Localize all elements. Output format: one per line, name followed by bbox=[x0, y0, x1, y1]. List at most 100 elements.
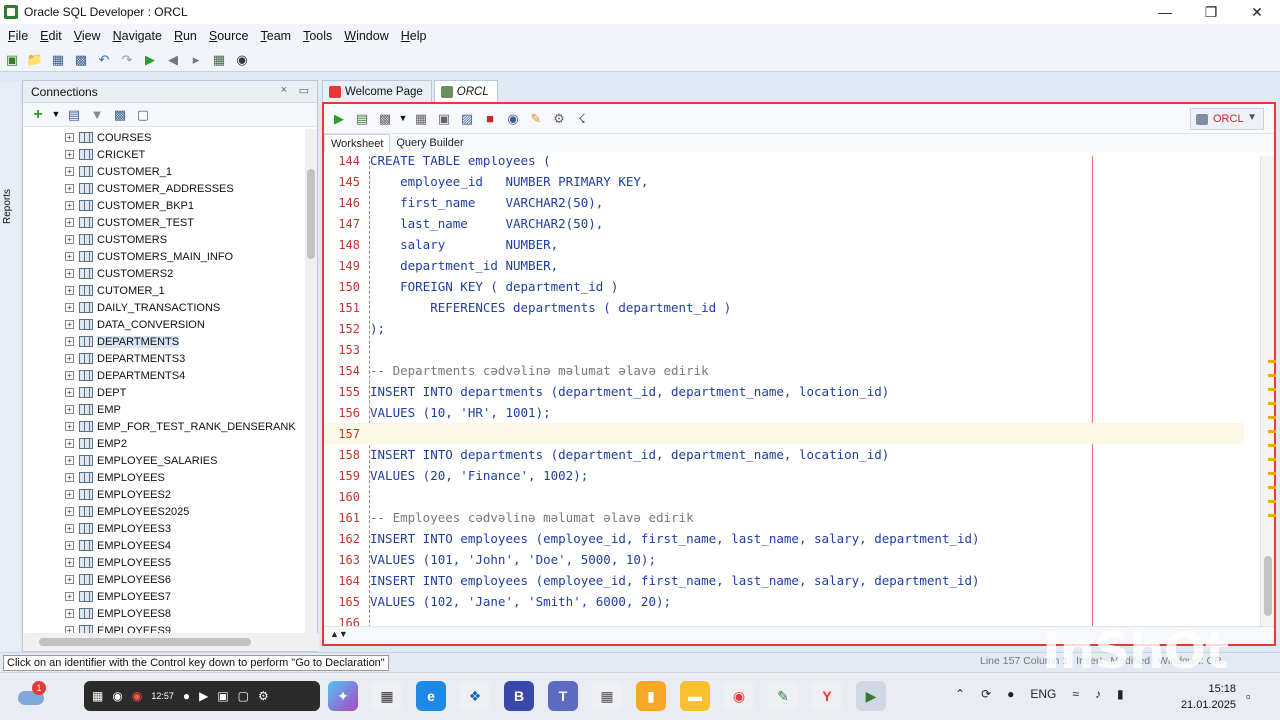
expand-icon[interactable]: + bbox=[65, 218, 74, 227]
camera-icon[interactable]: ◉ bbox=[112, 689, 122, 703]
folder-icon[interactable]: ▬ bbox=[680, 681, 710, 711]
expand-icon[interactable]: + bbox=[65, 320, 74, 329]
paint-icon[interactable]: ✎ bbox=[768, 681, 798, 711]
window-icon[interactable]: ▢ bbox=[238, 689, 249, 703]
scroll-arrows-icon[interactable]: ▲▼ bbox=[330, 629, 348, 639]
tree-item[interactable]: + EMPLOYEES bbox=[23, 469, 307, 486]
new-icon[interactable]: ▣ bbox=[3, 51, 21, 69]
close-panel-icon[interactable]: × bbox=[281, 84, 287, 96]
app-grid-icon[interactable]: ▦ bbox=[592, 681, 622, 711]
expand-icon[interactable]: + bbox=[65, 626, 74, 633]
expand-icon[interactable]: + bbox=[65, 405, 74, 414]
expand-icon[interactable]: + bbox=[65, 201, 74, 210]
record-grid-icon[interactable]: ▦ bbox=[92, 689, 103, 703]
back-icon[interactable]: ◀ bbox=[164, 51, 182, 69]
dropdown-arrow-icon[interactable]: ▼ bbox=[52, 106, 61, 124]
tree-item[interactable]: + EMP_FOR_TEST_RANK_DENSERANK bbox=[23, 418, 307, 435]
autotrace-icon[interactable]: ▨ bbox=[458, 110, 476, 128]
code-line[interactable]: 147 last_name VARCHAR2(50), bbox=[324, 213, 1244, 234]
tree-item[interactable]: + EMPLOYEES8 bbox=[23, 605, 307, 622]
expand-icon[interactable]: + bbox=[65, 252, 74, 261]
sql-developer-taskbar-icon[interactable]: ▶ bbox=[856, 681, 886, 711]
code-line[interactable]: 151 REFERENCES departments ( department_… bbox=[324, 297, 1244, 318]
tree-item[interactable]: + EMP bbox=[23, 401, 307, 418]
redo-icon[interactable]: ↷ bbox=[118, 51, 136, 69]
expand-icon[interactable]: + bbox=[65, 286, 74, 295]
filter-icon[interactable]: ▼ bbox=[88, 106, 106, 124]
dropbox-icon[interactable]: ❖ bbox=[460, 681, 490, 711]
code-line[interactable]: 146 first_name VARCHAR2(50), bbox=[324, 192, 1244, 213]
microphone-icon[interactable]: ● bbox=[183, 689, 190, 703]
tree-item[interactable]: + DATA_CONVERSION bbox=[23, 316, 307, 333]
code-line[interactable]: 145 employee_id NUMBER PRIMARY KEY, bbox=[324, 171, 1244, 192]
close-icon[interactable]: ✕ bbox=[1234, 0, 1280, 24]
tree-item[interactable]: + DEPT bbox=[23, 384, 307, 401]
tree-item[interactable]: + EMPLOYEES7 bbox=[23, 588, 307, 605]
run-script-icon[interactable]: ▤ bbox=[353, 110, 371, 128]
code-area[interactable]: 144 CREATE TABLE employees (145 employee_… bbox=[324, 156, 1254, 628]
copilot-icon[interactable]: ✦ bbox=[328, 681, 358, 711]
expand-icon[interactable]: + bbox=[65, 371, 74, 380]
code-line[interactable]: 162 INSERT INTO employees (employee_id, f… bbox=[324, 528, 1244, 549]
expand-icon[interactable]: + bbox=[65, 167, 74, 176]
expand-icon[interactable]: + bbox=[65, 558, 74, 567]
tree-item[interactable]: + EMPLOYEES2 bbox=[23, 486, 307, 503]
collapse-icon[interactable]: ▢ bbox=[134, 106, 152, 124]
teams-icon[interactable]: T bbox=[548, 681, 578, 711]
expand-icon[interactable]: + bbox=[65, 592, 74, 601]
tree-item[interactable]: + EMPLOYEES2025 bbox=[23, 503, 307, 520]
menu-navigate[interactable]: Navigate bbox=[107, 29, 168, 43]
tree-item[interactable]: + EMPLOYEES4 bbox=[23, 537, 307, 554]
code-line[interactable]: 154 -- Departments cədvəlinə məlumat əlav… bbox=[324, 360, 1244, 381]
expand-icon[interactable]: + bbox=[65, 609, 74, 618]
tree-item[interactable]: + DAILY_TRANSACTIONS bbox=[23, 299, 307, 316]
edge-icon[interactable]: e bbox=[416, 681, 446, 711]
tab-welcome-page[interactable]: Welcome Page bbox=[322, 80, 432, 102]
undo-icon[interactable]: ↶ bbox=[95, 51, 113, 69]
menu-team[interactable]: Team bbox=[255, 29, 298, 43]
tree-item[interactable]: + EMPLOYEES6 bbox=[23, 571, 307, 588]
tree-item[interactable]: + CRICKET bbox=[23, 146, 307, 163]
format-icon[interactable]: ☇ bbox=[573, 110, 591, 128]
tree-horizontal-scrollbar[interactable] bbox=[23, 633, 319, 651]
minimize-panel-icon[interactable]: ▭ bbox=[299, 84, 309, 97]
refresh-icon[interactable]: ▤ bbox=[65, 106, 83, 124]
chevron-up-icon[interactable]: ⌃ bbox=[955, 687, 965, 701]
code-line[interactable]: 144 CREATE TABLE employees ( bbox=[324, 156, 1244, 171]
tree-item[interactable]: + EMPLOYEES9 bbox=[23, 622, 307, 633]
screenshot-icon[interactable]: ▣ bbox=[217, 689, 228, 703]
tree-item[interactable]: + CUSTOMER_ADDRESSES bbox=[23, 180, 307, 197]
schema-browser-icon[interactable]: ▩ bbox=[111, 106, 129, 124]
menu-edit[interactable]: Edit bbox=[34, 29, 68, 43]
code-line[interactable]: 165 VALUES (102, 'Jane', 'Smith', 6000, 2… bbox=[324, 591, 1244, 612]
expand-icon[interactable]: + bbox=[65, 422, 74, 431]
expand-icon[interactable]: + bbox=[65, 507, 74, 516]
expand-icon[interactable]: + bbox=[65, 575, 74, 584]
menu-file[interactable]: File bbox=[2, 29, 34, 43]
file-explorer-icon[interactable]: ▦ bbox=[372, 681, 402, 711]
sql-history-icon[interactable]: ◉ bbox=[504, 110, 522, 128]
tree-item[interactable]: + CUSTOMERS bbox=[23, 231, 307, 248]
wifi-icon[interactable]: ≈ bbox=[1072, 687, 1079, 701]
sync-icon[interactable]: ⟳ bbox=[981, 687, 991, 701]
expand-icon[interactable]: + bbox=[65, 354, 74, 363]
open-folder-icon[interactable]: 📁 bbox=[26, 51, 44, 69]
commit-icon[interactable]: ▩ bbox=[376, 110, 394, 128]
code-line[interactable]: 149 department_id NUMBER, bbox=[324, 255, 1244, 276]
code-line[interactable]: 158 INSERT INTO departments (department_i… bbox=[324, 444, 1244, 465]
power-bi-icon[interactable]: ▮ bbox=[636, 681, 666, 711]
tree-item[interactable]: + EMPLOYEES3 bbox=[23, 520, 307, 537]
record-app-icon[interactable]: ◉ bbox=[724, 681, 754, 711]
maximize-icon[interactable]: ❐ bbox=[1188, 0, 1234, 24]
expand-icon[interactable]: + bbox=[65, 133, 74, 142]
subtab-worksheet[interactable]: Worksheet bbox=[324, 134, 391, 152]
menu-run[interactable]: Run bbox=[168, 29, 203, 43]
expand-icon[interactable]: + bbox=[65, 490, 74, 499]
code-line[interactable]: 152); bbox=[324, 318, 1244, 339]
menu-source[interactable]: Source bbox=[203, 29, 255, 43]
code-line[interactable]: 150 FOREIGN KEY ( department_id ) bbox=[324, 276, 1244, 297]
code-line[interactable]: 155 INSERT INTO departments (department_i… bbox=[324, 381, 1244, 402]
tree-item[interactable]: + DEPARTMENTS bbox=[23, 333, 307, 350]
sql-worksheet-icon[interactable]: ▦ bbox=[210, 51, 228, 69]
tree-vertical-scrollbar[interactable] bbox=[305, 129, 317, 633]
